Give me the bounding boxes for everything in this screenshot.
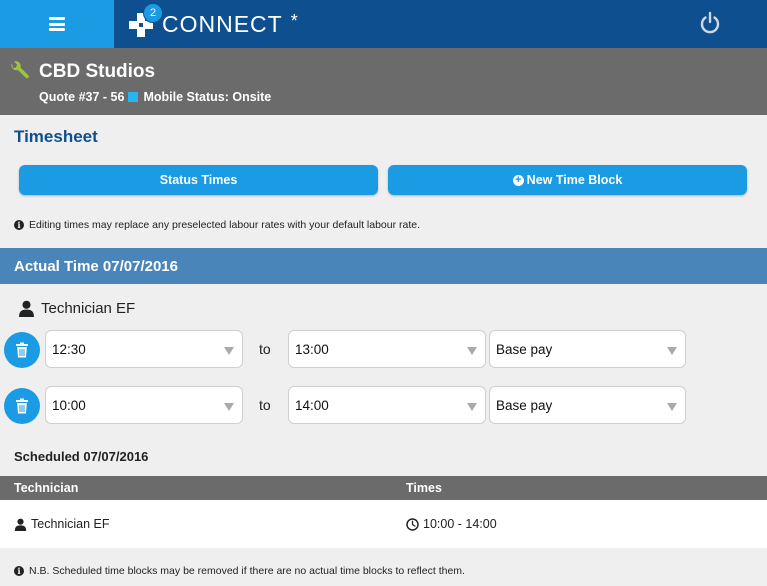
new-time-block-button[interactable]: + New Time Block — [388, 165, 747, 195]
technician-cell: Technician EF — [14, 517, 110, 531]
scheduled-times: 10:00 - 14:00 — [423, 517, 497, 531]
user-icon — [14, 518, 27, 531]
timesheet-heading: Timesheet — [14, 127, 98, 146]
wrench-icon — [11, 61, 29, 79]
labour-rate-note: i Editing times may replace any preselec… — [14, 219, 420, 231]
end-time-value: 13:00 — [295, 341, 329, 357]
delete-time-block-button[interactable] — [4, 332, 40, 368]
hamburger-icon — [49, 17, 65, 31]
actual-technician: Technician EF — [18, 300, 135, 317]
table-row: Technician EF 10:00 - 14:00 — [0, 500, 767, 548]
plus-circle-icon: + — [512, 174, 524, 186]
end-time-value: 14:00 — [295, 397, 329, 413]
scheduled-note-text: N.B. Scheduled time blocks may be remove… — [29, 565, 465, 577]
status-color-square — [128, 92, 139, 102]
job-subtitle: Quote #37 - 56 Mobile Status: Onsite — [39, 90, 271, 104]
scheduled-table-header: Technician Times — [0, 476, 767, 500]
logo-mark: 2 — [128, 3, 163, 38]
status-times-button[interactable]: Status Times — [19, 165, 378, 195]
trash-icon — [16, 342, 28, 358]
scheduled-heading: Scheduled 07/07/2016 — [14, 449, 149, 464]
labour-rate-note-text: Editing times may replace any preselecte… — [29, 219, 421, 231]
info-icon: i — [14, 220, 24, 230]
caret-down-icon — [667, 347, 677, 355]
start-time-value: 12:30 — [52, 341, 86, 357]
labour-rate-select[interactable]: Base pay — [489, 330, 686, 368]
actual-technician-name: Technician EF — [41, 300, 136, 317]
labour-rate-value: Base pay — [496, 341, 553, 357]
start-time-select[interactable]: 12:30 — [45, 330, 243, 368]
logo-star: * — [290, 10, 298, 31]
actual-time-header: Actual Time 07/07/2016 — [0, 248, 767, 284]
scheduled-note: i N.B. Scheduled time blocks may be remo… — [14, 565, 465, 577]
logo-text: CONNECT — [162, 10, 283, 37]
notification-badge[interactable]: 2 — [143, 3, 163, 23]
menu-button[interactable] — [0, 0, 114, 48]
labour-rate-select[interactable]: Base pay — [489, 386, 686, 424]
start-time-select[interactable]: 10:00 — [45, 386, 243, 424]
end-time-select[interactable]: 13:00 — [288, 330, 486, 368]
app-logo: 2 CONNECT * — [128, 0, 298, 48]
job-title: CBD Studios — [39, 61, 156, 82]
user-icon — [19, 300, 34, 317]
times-cell: 10:00 - 14:00 — [406, 517, 497, 531]
caret-down-icon — [224, 347, 234, 355]
clock-icon — [406, 517, 419, 531]
delete-time-block-button[interactable] — [4, 388, 40, 424]
labour-rate-value: Base pay — [496, 397, 553, 413]
mobile-status: Mobile Status: Onsite — [143, 90, 272, 104]
trash-icon — [16, 398, 28, 414]
column-header-times: Times — [406, 481, 442, 495]
caret-down-icon — [467, 347, 477, 355]
start-time-value: 10:00 — [52, 397, 86, 413]
caret-down-icon — [467, 403, 477, 411]
status-times-label: Status Times — [159, 173, 238, 187]
end-time-select[interactable]: 14:00 — [288, 386, 486, 424]
power-icon — [700, 11, 720, 34]
power-button[interactable] — [697, 10, 723, 36]
to-label: to — [259, 397, 271, 413]
caret-down-icon — [224, 403, 234, 411]
top-bar: 2 CONNECT * — [0, 0, 767, 48]
info-icon: i — [14, 566, 24, 576]
technician-name: Technician EF — [31, 517, 110, 531]
new-time-block-label: New Time Block — [526, 173, 623, 187]
job-header: CBD Studios Quote #37 - 56 Mobile Status… — [0, 48, 767, 115]
actual-time-heading: Actual Time 07/07/2016 — [14, 257, 178, 275]
quote-number: Quote #37 - 56 — [39, 90, 125, 104]
to-label: to — [259, 341, 271, 357]
column-header-technician: Technician — [14, 481, 79, 495]
caret-down-icon — [667, 403, 677, 411]
